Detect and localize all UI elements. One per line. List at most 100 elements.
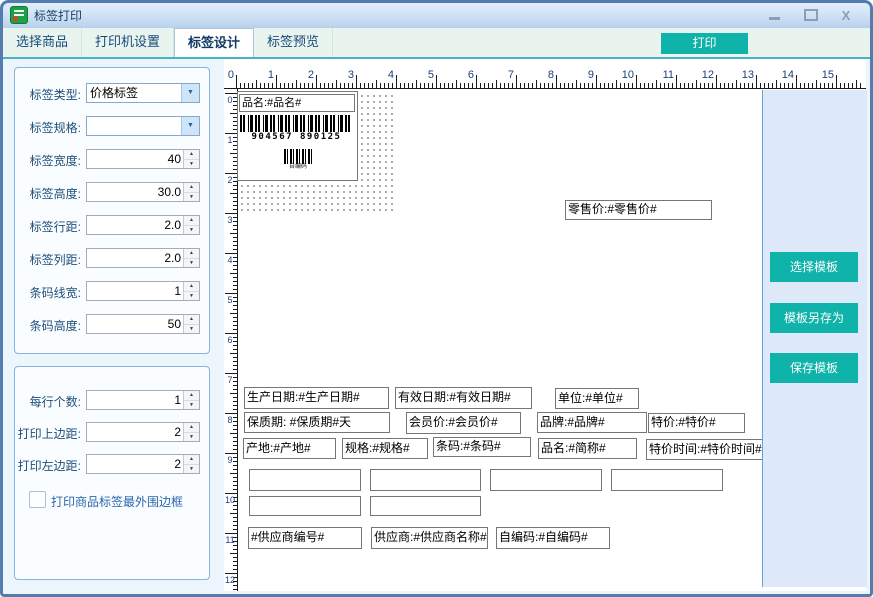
spin-up-icon[interactable]: ▲ (184, 282, 199, 291)
number-spinner[interactable]: 40▲▼ (86, 149, 200, 169)
number-spinner[interactable]: 50▲▼ (86, 314, 200, 334)
spin-down-icon[interactable]: ▼ (184, 400, 199, 410)
design-field-box[interactable]: 品牌:#品牌# (537, 412, 647, 433)
save-template-as-button[interactable]: 模板另存为 (770, 303, 858, 333)
empty-field-box[interactable] (249, 496, 361, 516)
spin-down-icon[interactable]: ▼ (184, 192, 199, 202)
field-label: 打印上边距: (15, 425, 81, 442)
print-settings-group: 打印商品标签最外围边框 每行个数:1▲▼打印上边距:2▲▼打印左边距:2▲▼ (14, 366, 210, 580)
field-label: 标签高度: (15, 185, 81, 202)
maximize-button[interactable] (798, 7, 824, 23)
spin-up-icon[interactable]: ▲ (184, 423, 199, 432)
small-barcode-bars-icon (284, 149, 312, 164)
design-field-box[interactable]: 自编码:#自编码# (496, 527, 610, 549)
outer-border-checkbox-label: 打印商品标签最外围边框 (51, 493, 183, 510)
print-button[interactable]: 打印 (661, 33, 748, 54)
design-field-box[interactable]: 特价:#特价# (648, 413, 745, 433)
empty-field-box[interactable] (370, 496, 481, 516)
tab-select-product[interactable]: 选择商品 (3, 28, 82, 57)
barcode-digits: 904567 890125 (240, 132, 353, 142)
field-label: 标签列距: (15, 251, 81, 268)
spin-up-icon[interactable]: ▲ (184, 183, 199, 192)
field-label: 标签规格: (15, 119, 81, 136)
design-field-box[interactable]: 单位:#单位# (555, 388, 639, 409)
close-icon: X (842, 8, 851, 23)
label-settings-group: 标签类型:价格标签▼标签规格:▼标签宽度:40▲▼标签高度:30.0▲▼标签行距… (14, 67, 210, 354)
spin-up-icon[interactable]: ▲ (184, 455, 199, 464)
design-field-box[interactable]: 品名:#简称# (538, 438, 637, 459)
product-name-field[interactable]: 品名:#品名# (239, 94, 355, 112)
number-spinner[interactable]: 2.0▲▼ (86, 248, 200, 268)
chevron-down-icon[interactable]: ▼ (181, 84, 199, 102)
design-field-box[interactable]: 有效日期:#有效日期# (395, 387, 532, 409)
number-spinner[interactable]: 2.0▲▼ (86, 215, 200, 235)
app-icon (10, 6, 28, 24)
spin-down-icon[interactable]: ▼ (184, 432, 199, 442)
empty-field-box[interactable] (249, 469, 361, 491)
spin-down-icon[interactable]: ▼ (184, 291, 199, 301)
field-label: 标签类型: (15, 86, 81, 103)
number-spinner[interactable]: 2▲▼ (86, 454, 200, 474)
dropdown-select[interactable]: 价格标签▼ (86, 83, 200, 103)
design-field-box[interactable]: 条码:#条码# (433, 437, 531, 457)
select-template-button[interactable]: 选择模板 (770, 252, 858, 282)
field-label: 打印左边距: (15, 457, 81, 474)
outer-border-checkbox[interactable] (29, 491, 46, 508)
small-barcode[interactable]: 自编码 (281, 149, 315, 173)
dropdown-select[interactable]: ▼ (86, 116, 200, 136)
chevron-down-icon[interactable]: ▼ (181, 117, 199, 135)
empty-field-box[interactable] (490, 469, 602, 491)
design-field-box[interactable]: 规格:#规格# (342, 438, 428, 459)
spin-up-icon[interactable]: ▲ (184, 150, 199, 159)
spinner-value: 2.0 (87, 216, 183, 234)
field-label: 每行个数: (15, 393, 81, 410)
spin-up-icon[interactable]: ▲ (184, 216, 199, 225)
design-field-box[interactable]: 产地:#产地# (243, 438, 336, 459)
design-field-box[interactable]: 会员价:#会员价# (406, 412, 521, 434)
minimize-icon (769, 17, 780, 20)
minimize-button[interactable] (761, 7, 787, 23)
design-field-box[interactable]: 特价时间:#特价时间# (646, 439, 763, 460)
tab-label-preview[interactable]: 标签预览 (254, 28, 333, 57)
close-button[interactable]: X (833, 7, 859, 23)
spin-down-icon[interactable]: ▼ (184, 464, 199, 474)
spin-up-icon[interactable]: ▲ (184, 249, 199, 258)
spin-up-icon[interactable]: ▲ (184, 391, 199, 400)
design-field-box[interactable]: 生产日期:#生产日期# (244, 387, 389, 409)
select-value (87, 117, 181, 135)
field-label: 条码线宽: (15, 284, 81, 301)
spinner-value: 40 (87, 150, 183, 168)
field-label: 条码高度: (15, 317, 81, 334)
number-spinner[interactable]: 1▲▼ (86, 390, 200, 410)
design-field-box[interactable]: 零售价:#零售价# (565, 200, 712, 220)
number-spinner[interactable]: 1▲▼ (86, 281, 200, 301)
spin-down-icon[interactable]: ▼ (184, 324, 199, 334)
spin-down-icon[interactable]: ▼ (184, 225, 199, 235)
empty-field-box[interactable] (370, 469, 481, 491)
template-panel: 选择模板模板另存为保存模板 (762, 90, 867, 587)
spin-down-icon[interactable]: ▼ (184, 258, 199, 268)
small-barcode-caption: 自编码 (281, 164, 315, 171)
tab-printer-settings[interactable]: 打印机设置 (82, 28, 174, 57)
select-value: 价格标签 (87, 84, 181, 102)
number-spinner[interactable]: 30.0▲▼ (86, 182, 200, 202)
design-field-box[interactable]: 供应商:#供应商名称# (371, 527, 488, 549)
spinner-value: 2 (87, 455, 183, 473)
design-field-box[interactable]: 保质期: #保质期#天 (244, 412, 390, 433)
field-label: 标签行距: (15, 218, 81, 235)
spin-up-icon[interactable]: ▲ (184, 315, 199, 324)
empty-field-box[interactable] (611, 469, 723, 491)
spinner-value: 2 (87, 423, 183, 441)
spinner-value: 1 (87, 391, 183, 409)
number-spinner[interactable]: 2▲▼ (86, 422, 200, 442)
save-template-button[interactable]: 保存模板 (770, 353, 858, 383)
main-barcode[interactable]: 904567 890125 (240, 115, 353, 142)
field-label: 标签宽度: (15, 152, 81, 169)
design-field-box[interactable]: #供应商编号# (248, 527, 362, 549)
window-title: 标签打印 (34, 7, 82, 24)
label-preview-box[interactable]: 品名:#品名# 904567 890125 自编码 (237, 91, 358, 181)
label-print-window: 标签打印 X 选择商品打印机设置标签设计标签预览 打印 标签类型:价格标签▼标签… (0, 0, 873, 597)
tab-label-design[interactable]: 标签设计 (174, 28, 254, 57)
maximize-icon (804, 9, 818, 21)
spin-down-icon[interactable]: ▼ (184, 159, 199, 169)
